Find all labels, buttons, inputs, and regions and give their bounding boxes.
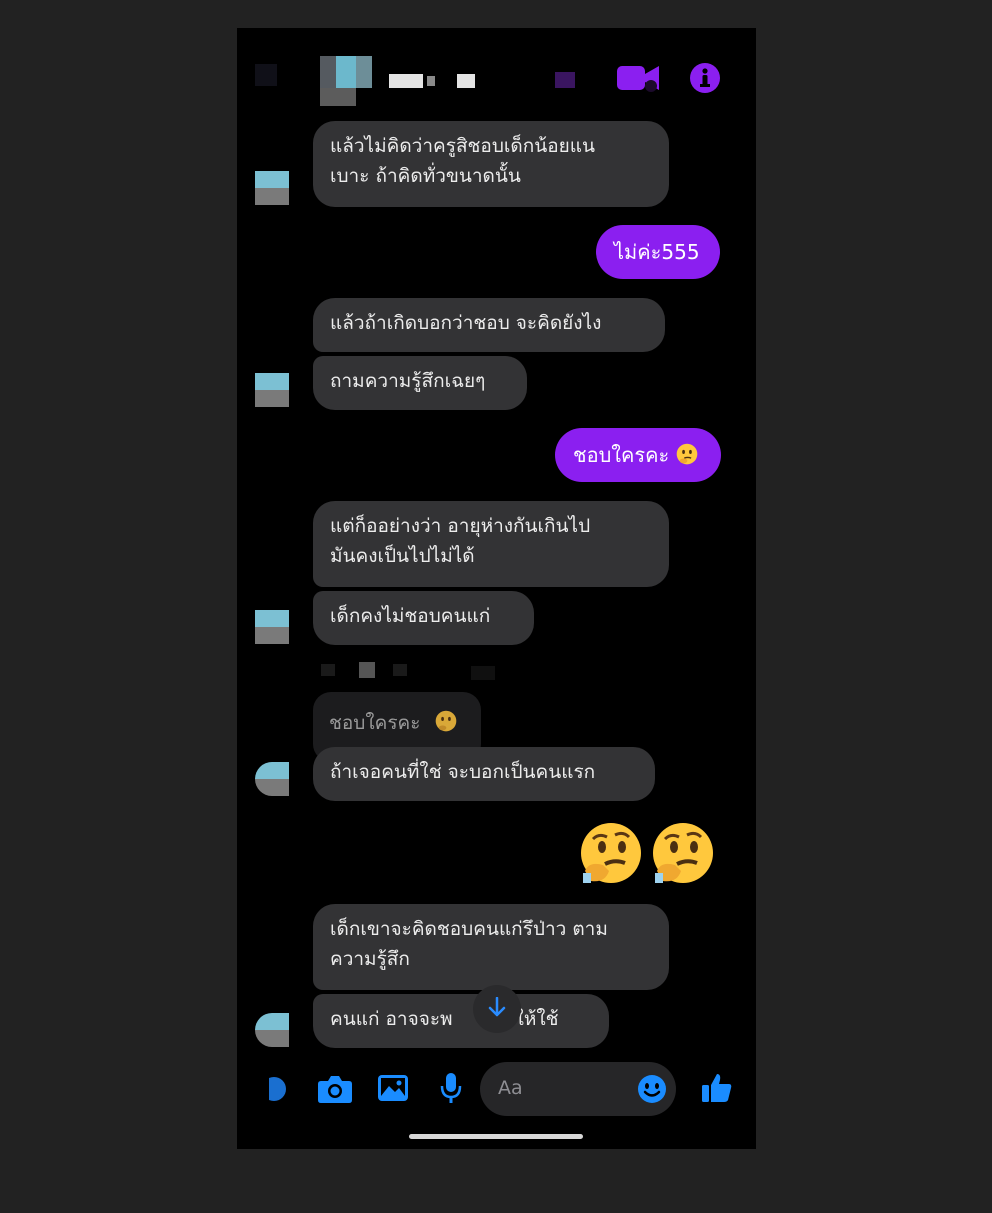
incoming-message-bubble[interactable]: เด็กคงไม่ชอบคนแก่ xyxy=(313,591,534,645)
incoming-message-bubble[interactable]: เด็กเขาจะคิดชอบคนแก่รึป่าว ตาม ความรู้สึ… xyxy=(313,904,669,990)
outgoing-emoji-message[interactable] xyxy=(579,821,719,887)
more-actions-icon[interactable] xyxy=(261,1076,287,1102)
message-text: ความรู้สึก xyxy=(330,948,410,970)
avatar[interactable] xyxy=(255,610,289,644)
header-avatar[interactable] xyxy=(320,56,372,106)
thinking-face-icon xyxy=(579,821,643,885)
message-text: ไม่ค่ะ555 xyxy=(614,240,700,264)
thinking-face-icon xyxy=(676,443,698,465)
outgoing-message-bubble[interactable]: ไม่ค่ะ555 xyxy=(596,225,720,279)
outgoing-message-bubble[interactable]: ชอบใครคะ xyxy=(555,428,721,482)
message-text: แล้วไม่คิดว่าครูสิชอบเด็กน้อยแน xyxy=(330,135,596,157)
avatar[interactable] xyxy=(255,1013,289,1047)
scroll-to-bottom-button[interactable] xyxy=(473,985,521,1033)
incoming-message-bubble[interactable]: คนแก่ อาจจะพ งค์ให้ใช้ xyxy=(313,994,609,1048)
message-text: แต่ก็ออย่างว่า อายุห่างกันเกินไป xyxy=(330,515,591,537)
message-text: ชอบใครคะ xyxy=(573,443,670,467)
camera-icon[interactable] xyxy=(317,1074,353,1104)
thumbs-up-icon[interactable] xyxy=(701,1072,733,1104)
message-text: คนแก่ อาจจะพ xyxy=(330,1008,453,1030)
message-text: เบาะ ถ้าคิดทั่วขนาดนั้น xyxy=(330,165,521,187)
replied-message-text: ชอบใครคะ xyxy=(329,712,421,734)
message-input[interactable]: Aa xyxy=(480,1062,676,1116)
composer-bar: Aa xyxy=(237,1058,756,1118)
incoming-message-bubble[interactable]: ถ้าเจอคนที่ใช่ จะบอกเป็นคนแรก xyxy=(313,747,655,801)
message-input-placeholder: Aa xyxy=(498,1077,523,1099)
arrow-down-icon xyxy=(487,997,507,1019)
message-text: ถ้าเจอคนที่ใช่ จะบอกเป็นคนแรก xyxy=(330,761,596,783)
avatar[interactable] xyxy=(255,373,289,407)
info-icon[interactable] xyxy=(689,62,721,94)
emoji-icon[interactable] xyxy=(637,1074,667,1104)
image-icon[interactable] xyxy=(377,1074,409,1102)
message-text: เด็กคงไม่ชอบคนแก่ xyxy=(330,605,491,627)
message-text: เด็กเขาจะคิดชอบคนแก่รึป่าว ตาม xyxy=(330,918,608,940)
incoming-message-bubble[interactable]: แต่ก็ออย่างว่า อายุห่างกันเกินไป มันคงเป… xyxy=(313,501,669,587)
message-text: ถามความรู้สึกเฉยๆ xyxy=(330,370,486,392)
messenger-screen: แล้วไม่คิดว่าครูสิชอบเด็กน้อยแน เบาะ ถ้า… xyxy=(237,28,756,1149)
reply-label-pixelated xyxy=(321,660,511,682)
incoming-message-bubble[interactable]: ถามความรู้สึกเฉยๆ xyxy=(313,356,527,410)
contact-name-pixelated xyxy=(389,74,479,88)
incoming-message-bubble[interactable]: แล้วไม่คิดว่าครูสิชอบเด็กน้อยแน เบาะ ถ้า… xyxy=(313,121,669,207)
video-call-icon[interactable] xyxy=(617,64,661,92)
message-text: มันคงเป็นไปไม่ได้ xyxy=(330,545,475,567)
home-indicator xyxy=(409,1134,583,1139)
thinking-face-icon xyxy=(651,821,715,885)
message-text: แล้วถ้าเกิดบอกว่าชอบ จะคิดยังไง xyxy=(330,312,602,334)
thinking-face-icon xyxy=(435,710,457,732)
avatar[interactable] xyxy=(255,171,289,205)
incoming-message-bubble[interactable]: แล้วถ้าเกิดบอกว่าชอบ จะคิดยังไง xyxy=(313,298,665,352)
avatar[interactable] xyxy=(255,762,289,796)
chat-header xyxy=(237,28,756,118)
back-button[interactable] xyxy=(255,64,277,86)
microphone-icon[interactable] xyxy=(439,1072,463,1104)
phone-call-icon[interactable] xyxy=(555,72,575,88)
